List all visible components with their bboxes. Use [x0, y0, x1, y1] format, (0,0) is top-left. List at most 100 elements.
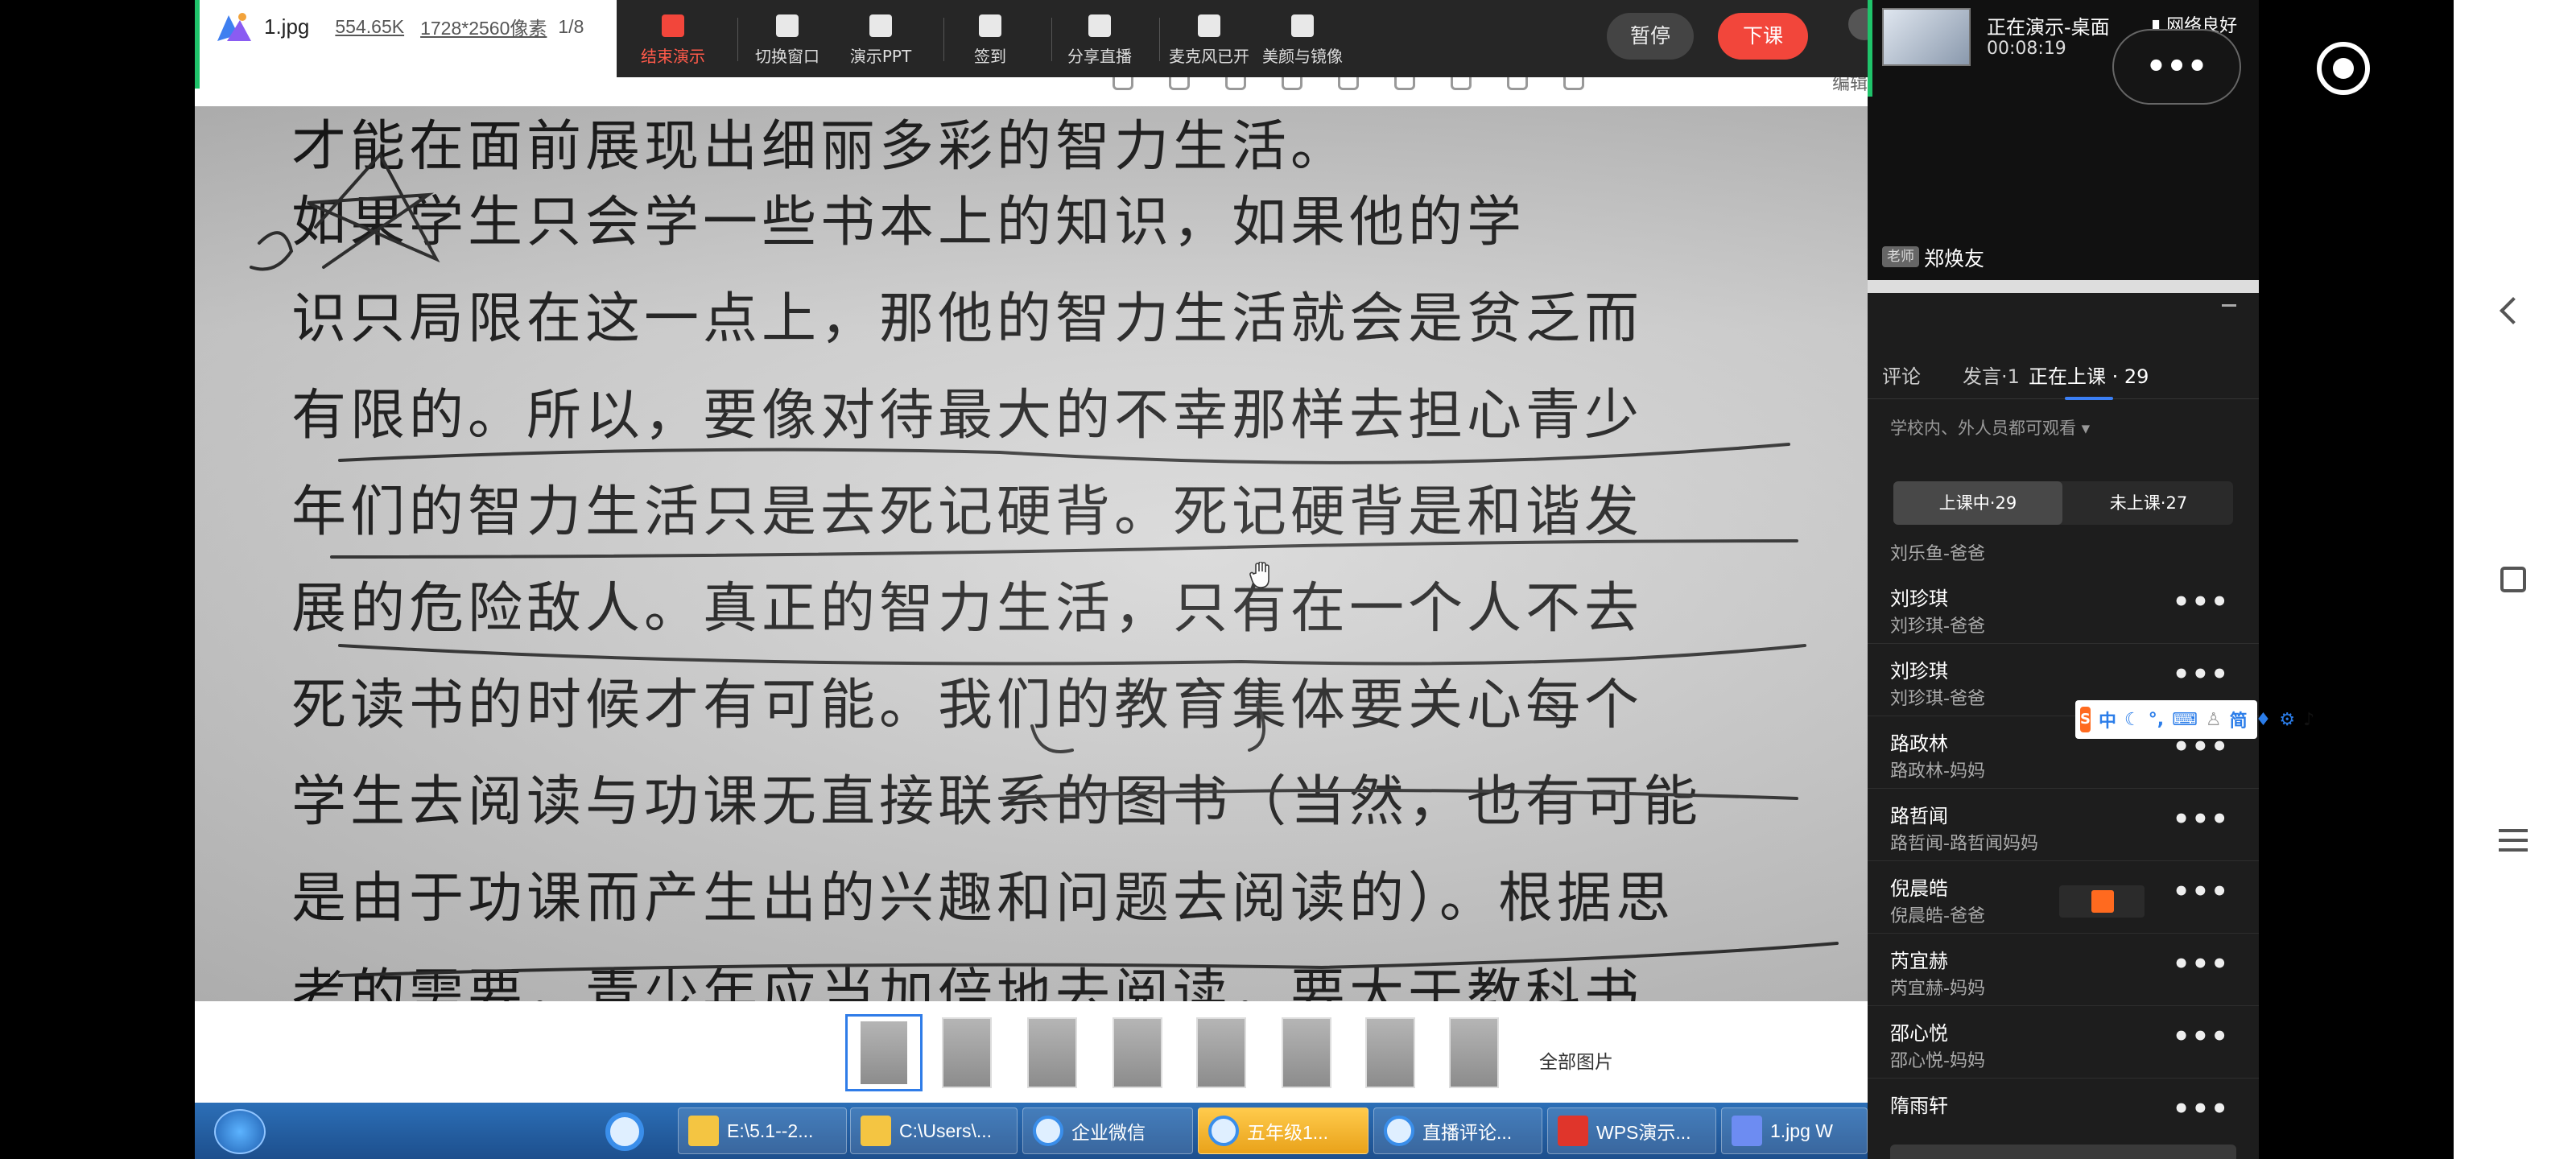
photo-viewer-icon: [1732, 1116, 1762, 1146]
folder-icon: [861, 1116, 891, 1146]
more-icon[interactable]: •••: [2173, 1093, 2230, 1125]
ime-mini-toolbar[interactable]: [2059, 885, 2145, 918]
wecom-icon: [1384, 1116, 1414, 1146]
live-duration: 00:08:19: [1987, 39, 2066, 59]
file-size[interactable]: 554.65K: [335, 16, 404, 38]
screen: 1.jpg 554.65K 1728*2560像素 1/8 编辑 才能在面前展现…: [0, 0, 2576, 1159]
taskbar-item-folder[interactable]: E:\5.1--2...: [678, 1107, 847, 1154]
participant-row[interactable]: 芮宜赫 芮宜赫-妈妈 •••: [1868, 934, 2259, 1006]
taskbar-item-live-comments[interactable]: 直播评论...: [1373, 1107, 1542, 1154]
tab-speakers[interactable]: 发言·1: [1963, 361, 2020, 389]
thumbnail-selected[interactable]: [845, 1014, 923, 1091]
end-presentation-button[interactable]: 结束演示: [617, 14, 729, 67]
image-viewer-window: 1.jpg 554.65K 1728*2560像素 1/8 编辑 才能在面前展现…: [195, 0, 1868, 1103]
participant-row[interactable]: 隋雨轩 •••: [1868, 1079, 2259, 1151]
tiktok-icon[interactable]: ♪: [2303, 710, 2314, 730]
viewer-header: 1.jpg 554.65K 1728*2560像素 1/8: [195, 0, 613, 53]
camera-strip: [1868, 280, 2259, 293]
participant-row[interactable]: 邵心悦 邵心悦-妈妈 •••: [1868, 1006, 2259, 1079]
visibility-dropdown[interactable]: 学校内、外人员都可观看 ▾: [1890, 415, 2090, 439]
pencil-marks: [250, 151, 1839, 977]
thumbnail[interactable]: [1282, 1017, 1331, 1088]
thumbnail-strip: [195, 1001, 1868, 1103]
windows-taskbar: E:\5.1--2... C:\Users\... 企业微信 五年级1... 直…: [195, 1103, 1868, 1159]
segment-in-class[interactable]: 上课中·29: [1893, 481, 2062, 525]
more-options-icon[interactable]: •••: [2145, 47, 2209, 87]
more-icon[interactable]: •••: [2173, 658, 2230, 691]
more-icon[interactable]: •••: [2173, 1021, 2230, 1053]
taskbar-item-class-group[interactable]: 五年级1...: [1198, 1107, 1368, 1154]
ime-simplified[interactable]: 简: [2230, 707, 2248, 732]
live-status: 正在演示-桌面: [1987, 16, 2110, 39]
taskbar-item-wps[interactable]: WPS演示...: [1547, 1107, 1716, 1154]
more-icon[interactable]: •••: [2173, 948, 2230, 980]
participant-parent: 刘乐鱼-爸爸: [1890, 544, 1985, 564]
more-icon[interactable]: •••: [2173, 876, 2230, 908]
android-navigation-bar: [2454, 0, 2576, 1159]
wps-icon: [1558, 1116, 1588, 1146]
photo-content: 才能在面前展现出细丽多彩的智力生活。 如果学生只会学一些书本上的知识，如果他的学…: [195, 106, 1868, 1001]
calendar-check-icon: [979, 14, 1001, 37]
ime-toolbar: S 中 ☾ °, ⌨ ♙ 简 ♦ ⚙ ♪: [2075, 700, 2314, 739]
panel-tabs: 评论 发言·1 正在上课 · 29: [1868, 354, 2259, 400]
capture-border-left: [1868, 0, 1872, 97]
pause-button[interactable]: 暂停: [1607, 13, 1694, 60]
browser-icon[interactable]: [605, 1112, 644, 1151]
share-live-button[interactable]: 分享直播: [1043, 14, 1156, 67]
keyboard-icon[interactable]: ⌨: [2172, 710, 2198, 730]
thumbnail[interactable]: [1113, 1017, 1162, 1088]
taskbar-item-image-viewer[interactable]: 1.jpg W: [1721, 1107, 1868, 1154]
thumbnail[interactable]: [1449, 1017, 1499, 1088]
thumbnail[interactable]: [1027, 1017, 1077, 1088]
close-target-icon[interactable]: [2317, 42, 2370, 95]
participant-row[interactable]: 刘珍琪 刘珍琪-爸爸 •••: [1868, 571, 2259, 644]
attendance-segment: 上课中·29 未上课·27: [1893, 481, 2233, 525]
settings-icon[interactable]: ⚙: [2279, 710, 2295, 730]
live-panel: 正在演示-桌面 00:08:19 ▮ 网络良好 老师 郑焕友 评论 发言·1 正…: [1868, 0, 2259, 1159]
ime-logo-icon: [2091, 890, 2114, 913]
moon-icon[interactable]: ☾: [2124, 710, 2140, 730]
hand-cursor-icon: [1249, 562, 1269, 588]
thumbnail[interactable]: [1365, 1017, 1415, 1088]
beauty-mirror-button[interactable]: 美颜与镜像: [1246, 14, 1359, 67]
capture-border-left: [195, 0, 200, 89]
file-name: 1.jpg: [264, 14, 310, 39]
teacher-badge: 老师: [1882, 246, 1919, 267]
skin-icon[interactable]: ♦: [2256, 710, 2272, 730]
tab-comments[interactable]: 评论: [1882, 361, 1921, 389]
microphone-icon: [1198, 14, 1220, 37]
photo-viewer-logo-icon: [217, 13, 251, 41]
user-icon[interactable]: ♙: [2206, 710, 2222, 730]
stop-present-icon: [662, 14, 684, 37]
wecom-icon: [1033, 1116, 1063, 1146]
share-icon: [1088, 14, 1111, 37]
punctuation-icon[interactable]: °,: [2149, 710, 2164, 730]
thumbnail[interactable]: [1196, 1017, 1246, 1088]
present-ppt-button[interactable]: 演示PPT: [824, 14, 937, 67]
screen-preview-thumbnail[interactable]: [1882, 8, 1971, 66]
page-counter: 1/8: [558, 15, 584, 37]
more-icon[interactable]: •••: [2173, 586, 2230, 618]
ppt-icon: [869, 14, 892, 37]
segment-not-in-class[interactable]: 未上课·27: [2064, 481, 2233, 525]
file-dimensions[interactable]: 1728*2560像素: [420, 13, 547, 40]
ime-logo-icon[interactable]: S: [2080, 707, 2091, 732]
taskbar-item-wecom[interactable]: 企业微信: [1022, 1107, 1193, 1154]
tab-in-class[interactable]: 正在上课 · 29: [2029, 361, 2149, 400]
thumbnail[interactable]: [942, 1017, 992, 1088]
more-icon[interactable]: •••: [2173, 803, 2230, 835]
ime-chinese-mode[interactable]: 中: [2099, 707, 2116, 732]
minimize-icon[interactable]: [2222, 304, 2236, 307]
start-button[interactable]: [214, 1109, 266, 1154]
menu-icon[interactable]: [2499, 829, 2528, 852]
sign-in-button[interactable]: 签到: [934, 14, 1046, 67]
taskbar-item-folder[interactable]: C:\Users\...: [850, 1107, 1018, 1154]
end-class-button[interactable]: 下课: [1718, 13, 1808, 60]
sparkle-icon: [1291, 14, 1314, 37]
back-icon[interactable]: [2500, 297, 2527, 324]
participant-row[interactable]: 路哲闻 路哲闻-路哲闻妈妈 •••: [1868, 789, 2259, 861]
panel-bottom-bar[interactable]: [1890, 1145, 2236, 1159]
folder-icon: [688, 1116, 719, 1146]
home-icon[interactable]: [2500, 567, 2526, 592]
all-images-link[interactable]: 全部图片: [1539, 1046, 1613, 1074]
